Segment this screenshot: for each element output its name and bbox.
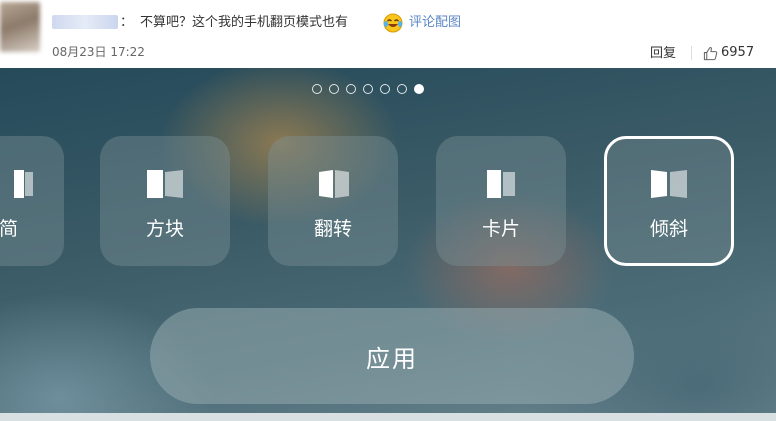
- page-dot[interactable]: [363, 84, 373, 94]
- page-flip-icon: [319, 170, 349, 198]
- page-indicator: [312, 82, 424, 96]
- like-button[interactable]: 6957: [703, 45, 754, 61]
- apply-button[interactable]: 应用: [150, 308, 634, 404]
- page-dot[interactable]: [312, 84, 322, 94]
- effect-tile-tilt-selected[interactable]: 倾斜: [604, 136, 734, 266]
- action-divider: [691, 46, 692, 60]
- effect-tile-cube[interactable]: 方块: [100, 136, 230, 266]
- effect-tile-cylinder[interactable]: 简: [0, 136, 64, 266]
- page-dot-active[interactable]: [414, 84, 424, 94]
- tile-label: 方块: [145, 218, 184, 240]
- laughing-tears-emoji-icon: [383, 13, 403, 33]
- comment-card: ： 不算吧？这个我的手机翻页模式也有 评论配图 08月23日 17:22 回复 …: [0, 0, 776, 68]
- page-dot[interactable]: [380, 84, 390, 94]
- page-flip-icon: [651, 170, 687, 198]
- thumbs-up-icon: [703, 46, 718, 60]
- username-blurred[interactable]: [52, 15, 118, 29]
- page-flip-icon: [14, 170, 33, 198]
- page-flip-icon: [147, 170, 183, 198]
- comment-text: 不算吧？这个我的手机翻页模式也有: [140, 15, 349, 30]
- apply-button-label: 应用: [366, 344, 418, 373]
- phone-screenshot: 简 方块 翻转 卡片 倾斜 应用: [0, 68, 776, 421]
- tile-label: 翻转: [313, 218, 352, 240]
- page-dot[interactable]: [346, 84, 356, 94]
- tile-label: 倾斜: [649, 218, 688, 240]
- page-dot[interactable]: [329, 84, 339, 94]
- page-dot[interactable]: [397, 84, 407, 94]
- bottom-edge: [0, 413, 776, 421]
- effect-tile-flip[interactable]: 翻转: [268, 136, 398, 266]
- view-image-link[interactable]: 评论配图: [409, 15, 461, 31]
- comment-timestamp: 08月23日 17:22: [52, 45, 145, 59]
- reply-button[interactable]: 回复: [650, 46, 676, 61]
- effect-tile-card[interactable]: 卡片: [436, 136, 566, 266]
- username-colon: ：: [120, 15, 134, 30]
- tile-label: 简: [0, 218, 18, 240]
- avatar[interactable]: [0, 2, 40, 52]
- like-count: 6957: [721, 45, 755, 60]
- page-flip-icon: [487, 170, 515, 198]
- page: ： 不算吧？这个我的手机翻页模式也有 评论配图 08月23日 17:22 回复 …: [0, 0, 776, 421]
- tile-label: 卡片: [481, 218, 520, 240]
